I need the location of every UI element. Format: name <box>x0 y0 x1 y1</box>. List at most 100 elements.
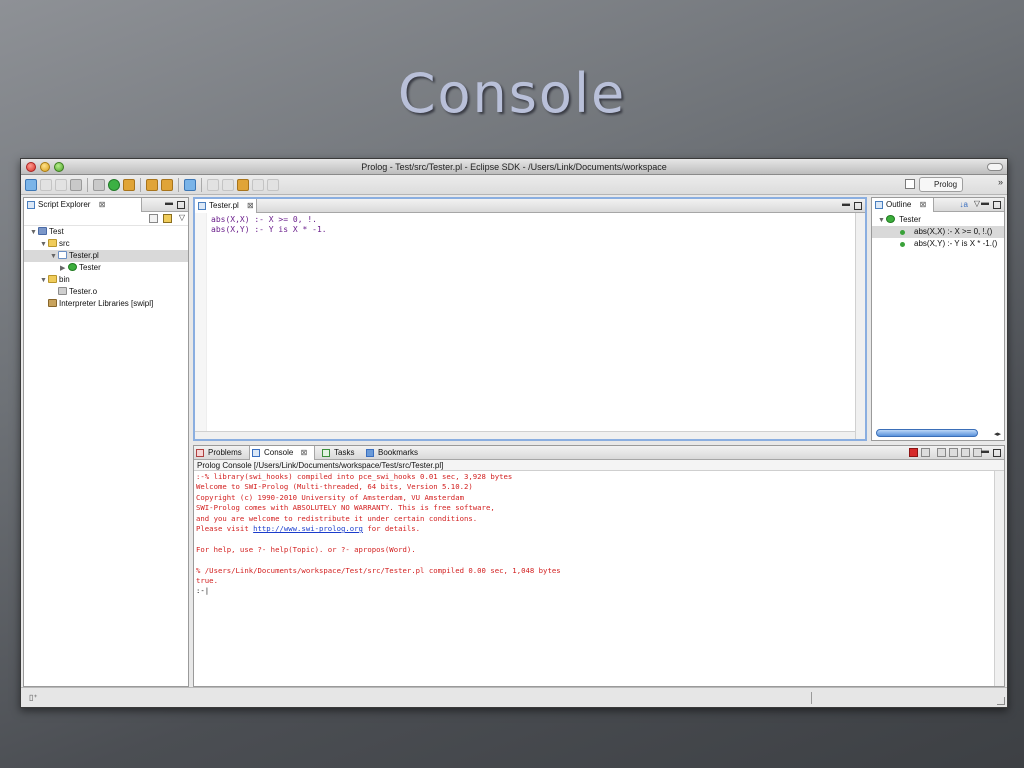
minimize-view-icon[interactable]: ▬ <box>981 447 990 456</box>
open-perspective-icon[interactable] <box>905 179 915 189</box>
code-lines[interactable]: abs(X,X) :- X >= 0, !. abs(X,Y) :- Y is X… <box>211 215 327 235</box>
tab-script-explorer[interactable]: Script Explorer ⊠ <box>24 198 142 212</box>
tab-console[interactable]: Console ⊠ <box>249 446 315 460</box>
tree-item[interactable]: ▼ bin <box>24 274 188 286</box>
code-line[interactable]: abs(X,Y) :- Y is X * -1. <box>211 225 327 235</box>
tree-item[interactable]: Interpreter Libraries [swipl] <box>24 298 188 310</box>
view-menu-icon[interactable]: ▽ <box>179 213 185 222</box>
script-explorer-tree: ▼ Test ▼ src ▼ Tester.pl ▶ Tester ▼ bin Tester.o In… <box>24 226 188 310</box>
display-selected-console-icon[interactable] <box>961 448 970 457</box>
next-annotation-icon[interactable] <box>207 178 219 191</box>
outline-root-row[interactable]: ▼ Tester <box>872 214 1004 226</box>
window-title: Prolog - Test/src/Tester.pl - Eclipse SD… <box>361 162 667 172</box>
console-visit-line: Please visit http://www.swi-prolog.org f… <box>196 524 992 534</box>
outline-panel: Outline ⊠ ↓a ▽ ▬ ▼ Tester abs(X,X) :- X … <box>871 197 1005 441</box>
module-icon <box>68 263 77 271</box>
tab-tasks[interactable]: Tasks <box>320 446 364 460</box>
outline-icon <box>875 201 883 209</box>
console-line: Copyright (c) 1990-2010 University of Am… <box>196 492 464 502</box>
remove-launch-icon[interactable] <box>921 448 930 457</box>
close-icon[interactable]: ⊠ <box>301 448 308 457</box>
tab-tester-pl[interactable]: Tester.pl ⊠ <box>195 199 257 213</box>
minimize-view-icon[interactable]: ▬ <box>165 199 174 208</box>
console-vertical-scrollbar[interactable] <box>994 471 1004 686</box>
perspective-prolog-button[interactable]: Prolog <box>919 177 963 192</box>
new-icon[interactable] <box>25 178 37 191</box>
swi-prolog-link[interactable]: http://www.swi-prolog.org <box>253 524 363 533</box>
editor-panel: Tester.pl ⊠ ▬ abs(X,X) :- X >= 0, !. abs(… <box>193 197 867 441</box>
maximize-view-icon[interactable] <box>993 201 1001 209</box>
console-line: % /Users/Link/Documents/workspace/Test/s… <box>196 565 561 575</box>
maximize-view-icon[interactable] <box>993 449 1001 457</box>
close-icon[interactable]: ⊠ <box>920 200 927 209</box>
console-output[interactable]: :-% library(swi_hooks) compiled into pce… <box>194 471 994 686</box>
maximize-view-icon[interactable] <box>177 201 185 209</box>
outline-item[interactable]: abs(X,Y) :- Y is X * -1.() <box>872 238 1004 250</box>
pin-console-icon[interactable] <box>949 448 958 457</box>
tab-bookmarks[interactable]: Bookmarks <box>364 446 424 460</box>
terminate-icon[interactable] <box>909 448 918 457</box>
clear-console-icon[interactable] <box>937 448 946 457</box>
zoom-window-button[interactable] <box>54 162 64 172</box>
close-window-button[interactable] <box>26 162 36 172</box>
toolbar-toggle-button[interactable] <box>987 163 1003 171</box>
back-icon[interactable] <box>252 178 264 191</box>
close-icon[interactable]: ⊠ <box>247 201 254 210</box>
outline-horizontal-scrollbar[interactable] <box>876 429 978 437</box>
maximize-view-icon[interactable] <box>854 202 862 210</box>
save-icon[interactable] <box>40 178 52 191</box>
previous-annotation-icon[interactable] <box>222 178 234 191</box>
tree-item[interactable]: ▼ src <box>24 238 188 250</box>
open-type-icon[interactable] <box>161 178 173 191</box>
tree-item[interactable]: ▼ Test <box>24 226 188 238</box>
editor-vertical-scrollbar[interactable] <box>855 213 865 439</box>
console-line: and you are welcome to redistribute it u… <box>196 513 478 523</box>
external-tools-icon[interactable] <box>123 178 135 191</box>
print-icon[interactable] <box>70 178 82 191</box>
resize-grip[interactable] <box>997 697 1005 705</box>
minimize-window-button[interactable] <box>40 162 50 172</box>
tree-item[interactable]: ▶ Tester <box>24 262 188 274</box>
script-explorer-panel: Script Explorer ⊠ ▬ ▽ ▼ Test ▼ src ▼ Tester.p… <box>23 197 189 687</box>
toolbar-overflow-icon[interactable]: » <box>998 177 1003 187</box>
forward-icon[interactable] <box>267 178 279 191</box>
last-edit-icon[interactable] <box>237 178 249 191</box>
tree-item[interactable]: Tester.o <box>24 286 188 298</box>
folder-icon <box>48 239 57 247</box>
console-text: for details. <box>362 524 421 534</box>
tree-item-label: Tester.o <box>69 287 98 296</box>
view-menu-icon[interactable]: ▽ <box>974 199 980 208</box>
debug-icon[interactable] <box>93 178 105 191</box>
tab-label: Bookmarks <box>378 448 419 457</box>
close-icon[interactable]: ⊠ <box>99 200 106 209</box>
toolbar-separator <box>178 177 179 192</box>
tree-item[interactable]: ▼ Tester.pl <box>24 250 188 262</box>
save-all-icon[interactable] <box>55 178 67 191</box>
sort-icon[interactable]: ↓a <box>960 200 968 209</box>
tab-problems[interactable]: Problems <box>194 446 249 460</box>
editor-text-area[interactable]: abs(X,X) :- X >= 0, !. abs(X,Y) :- Y is X… <box>195 213 865 439</box>
editor-horizontal-scrollbar[interactable] <box>195 431 855 439</box>
toolbar-separator <box>140 177 141 192</box>
link-with-editor-icon[interactable] <box>163 214 172 223</box>
predicate-icon <box>900 242 905 247</box>
editor-gutter <box>195 213 207 439</box>
tab-label: Tasks <box>334 448 355 457</box>
minimize-view-icon[interactable]: ▬ <box>842 200 851 209</box>
scroll-arrows-icon[interactable]: ◂▸ <box>994 430 1001 438</box>
tab-outline[interactable]: Outline ⊠ <box>872 198 934 212</box>
minimize-view-icon[interactable]: ▬ <box>981 199 990 208</box>
run-icon[interactable] <box>108 178 120 191</box>
console-line: :-| <box>196 586 210 596</box>
new-prolog-file-icon[interactable] <box>184 178 196 191</box>
outline-item[interactable]: abs(X,X) :- X >= 0, !.() <box>872 226 1004 238</box>
console-line: true. <box>196 576 218 586</box>
folder-icon <box>48 275 57 283</box>
fast-view-icon[interactable]: ▯⁺ <box>29 693 39 703</box>
code-line[interactable]: abs(X,X) :- X >= 0, !. <box>211 215 327 225</box>
collapse-all-icon[interactable] <box>149 214 158 223</box>
bookmarks-icon <box>366 449 374 457</box>
script-explorer-icon <box>27 201 35 209</box>
open-project-icon[interactable] <box>146 178 158 191</box>
prolog-file-icon <box>58 251 67 259</box>
